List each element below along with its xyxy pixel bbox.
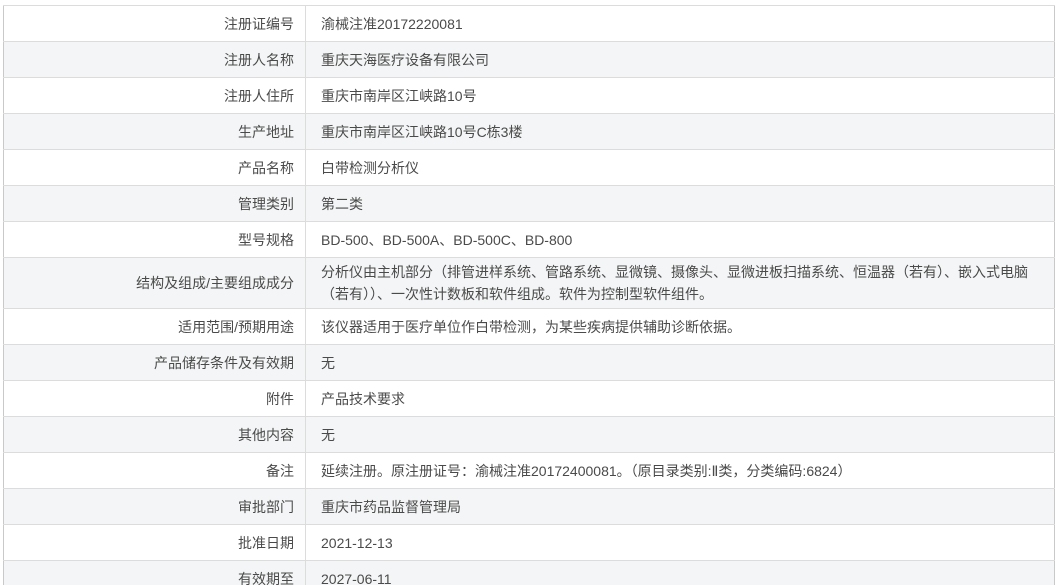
table-row: 适用范围/预期用途 该仪器适用于医疗单位作白带检测，为某些疾病提供辅助诊断依据。 <box>3 308 1055 345</box>
row-value: 重庆天海医疗设备有限公司 <box>305 41 1055 78</box>
table-row: 备注 延续注册。原注册证号：渝械注准20172400081。（原目录类别:Ⅱ类，… <box>3 452 1055 489</box>
row-label: 备注 <box>3 452 306 489</box>
row-label: 管理类别 <box>3 185 306 222</box>
table-row: 结构及组成/主要组成成分 分析仪由主机部分（排管进样系统、管路系统、显微镜、摄像… <box>3 257 1055 309</box>
table-row: 产品储存条件及有效期 无 <box>3 344 1055 381</box>
row-value: 重庆市药品监督管理局 <box>305 488 1055 525</box>
table-row: 其他内容 无 <box>3 416 1055 453</box>
row-label: 注册人名称 <box>3 41 306 78</box>
row-value: BD-500、BD-500A、BD-500C、BD-800 <box>305 221 1055 258</box>
row-label: 生产地址 <box>3 113 306 150</box>
table-row: 审批部门 重庆市药品监督管理局 <box>3 488 1055 525</box>
row-value: 重庆市南岸区江峡路10号C栋3楼 <box>305 113 1055 150</box>
row-label: 有效期至 <box>3 560 306 585</box>
table-row: 型号规格 BD-500、BD-500A、BD-500C、BD-800 <box>3 221 1055 258</box>
table-row: 生产地址 重庆市南岸区江峡路10号C栋3楼 <box>3 113 1055 150</box>
row-label: 结构及组成/主要组成成分 <box>3 257 306 309</box>
row-value: 2021-12-13 <box>305 524 1055 561</box>
table-row: 产品名称 白带检测分析仪 <box>3 149 1055 186</box>
row-value: 产品技术要求 <box>305 380 1055 417</box>
row-label: 注册人住所 <box>3 77 306 114</box>
row-value: 第二类 <box>305 185 1055 222</box>
registration-detail-page: 注册证编号 渝械注准20172220081 注册人名称 重庆天海医疗设备有限公司… <box>0 0 1060 585</box>
row-value: 无 <box>305 344 1055 381</box>
row-value: 延续注册。原注册证号：渝械注准20172400081。（原目录类别:Ⅱ类，分类编… <box>305 452 1055 489</box>
row-label: 产品名称 <box>3 149 306 186</box>
table-row: 管理类别 第二类 <box>3 185 1055 222</box>
row-value: 重庆市南岸区江峡路10号 <box>305 77 1055 114</box>
table-row: 注册人住所 重庆市南岸区江峡路10号 <box>3 77 1055 114</box>
row-value: 渝械注准20172220081 <box>305 5 1055 42</box>
row-label: 审批部门 <box>3 488 306 525</box>
registration-info-table: 注册证编号 渝械注准20172220081 注册人名称 重庆天海医疗设备有限公司… <box>3 5 1055 585</box>
row-value: 该仪器适用于医疗单位作白带检测，为某些疾病提供辅助诊断依据。 <box>305 308 1055 345</box>
row-label: 型号规格 <box>3 221 306 258</box>
row-label: 其他内容 <box>3 416 306 453</box>
row-label: 适用范围/预期用途 <box>3 308 306 345</box>
table-row: 有效期至 2027-06-11 <box>3 560 1055 585</box>
table-row: 批准日期 2021-12-13 <box>3 524 1055 561</box>
row-value: 2027-06-11 <box>305 560 1055 585</box>
table-row: 附件 产品技术要求 <box>3 380 1055 417</box>
row-label: 批准日期 <box>3 524 306 561</box>
table-row: 注册证编号 渝械注准20172220081 <box>3 5 1055 42</box>
row-value: 无 <box>305 416 1055 453</box>
row-label: 附件 <box>3 380 306 417</box>
row-value: 分析仪由主机部分（排管进样系统、管路系统、显微镜、摄像头、显微进板扫描系统、恒温… <box>305 257 1055 309</box>
row-value: 白带检测分析仪 <box>305 149 1055 186</box>
row-label: 产品储存条件及有效期 <box>3 344 306 381</box>
row-label: 注册证编号 <box>3 5 306 42</box>
table-row: 注册人名称 重庆天海医疗设备有限公司 <box>3 41 1055 78</box>
